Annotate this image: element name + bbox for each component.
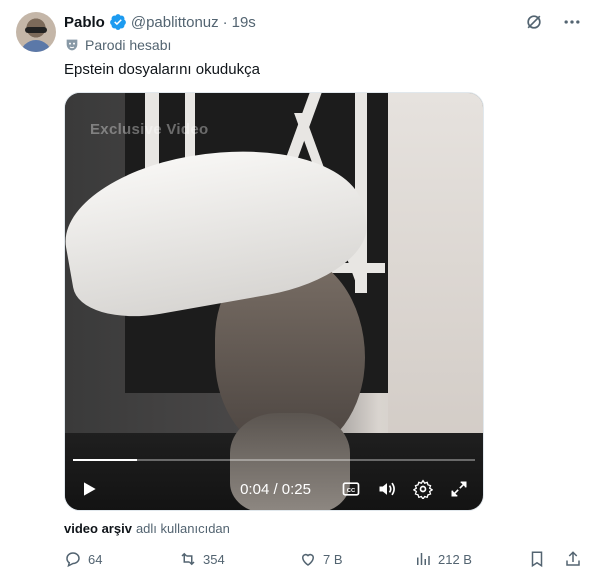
repost-count: 354 <box>203 551 225 567</box>
author-name[interactable]: Pablo <box>64 14 105 31</box>
view-count: 212 B <box>438 551 472 567</box>
video-progress-bar[interactable] <box>73 459 475 461</box>
video-time-display: 0:04 / 0:25 <box>240 480 311 498</box>
like-count: 7 B <box>323 551 343 567</box>
volume-button[interactable] <box>377 479 397 499</box>
more-options-icon[interactable] <box>562 12 582 32</box>
grok-icon[interactable] <box>524 12 544 32</box>
author-handle[interactable]: @pablittonuz <box>131 14 219 31</box>
separator-dot: · <box>222 13 228 31</box>
svg-text:CC: CC <box>347 488 356 494</box>
parody-mask-icon <box>66 39 78 51</box>
reply-count: 64 <box>88 551 103 567</box>
avatar-shirt <box>20 40 52 52</box>
tweet-top-actions <box>524 12 582 32</box>
bookmark-icon[interactable] <box>528 550 546 568</box>
avatar-glasses <box>25 27 47 33</box>
tweet-timestamp[interactable]: 19s <box>232 14 256 31</box>
settings-button[interactable] <box>413 479 433 499</box>
tweet-header: Pablo @pablittonuz · 19s <box>64 12 256 32</box>
repost-button[interactable]: 354 <box>179 550 299 568</box>
share-icon[interactable] <box>564 550 582 568</box>
tweet-secondary-actions <box>528 550 582 568</box>
tweet-action-bar: 64 354 7 B 212 B <box>64 548 582 570</box>
parody-label-text: Parodi hesabı <box>85 37 172 53</box>
volume-icon <box>379 482 395 496</box>
gear-icon <box>413 479 433 499</box>
heart-icon <box>301 553 315 566</box>
play-button[interactable] <box>79 479 99 499</box>
analytics-icon <box>417 553 430 565</box>
source-suffix: adlı kullanıcıdan <box>135 521 230 536</box>
parody-account-label: Parodi hesabı <box>64 37 171 53</box>
like-button[interactable]: 7 B <box>299 550 414 568</box>
reply-button[interactable]: 64 <box>64 550 179 568</box>
reply-icon <box>66 552 80 568</box>
author-avatar[interactable] <box>16 12 56 52</box>
video-progress-fill <box>73 459 138 461</box>
captions-button[interactable]: CC <box>341 479 361 499</box>
captions-icon: CC <box>342 482 360 496</box>
video-watermark: Exclusive Video <box>90 121 209 138</box>
video-player[interactable]: Exclusive Video 0:04 / 0:25 CC <box>64 92 484 511</box>
source-user-link[interactable]: video arşiv <box>64 521 132 536</box>
video-controls: 0:04 / 0:25 CC <box>65 473 483 505</box>
video-source-attribution: video arşiv adlı kullanıcıdan <box>64 521 230 536</box>
tweet-text: Epstein dosyalarını okudukça <box>64 61 260 78</box>
video-frame: Exclusive Video <box>65 93 483 510</box>
repost-icon <box>181 552 195 566</box>
verified-badge-icon <box>109 14 126 30</box>
views-button[interactable]: 212 B <box>414 550 524 568</box>
fullscreen-icon <box>451 481 467 497</box>
fullscreen-button[interactable] <box>449 479 469 499</box>
play-icon <box>84 482 96 496</box>
